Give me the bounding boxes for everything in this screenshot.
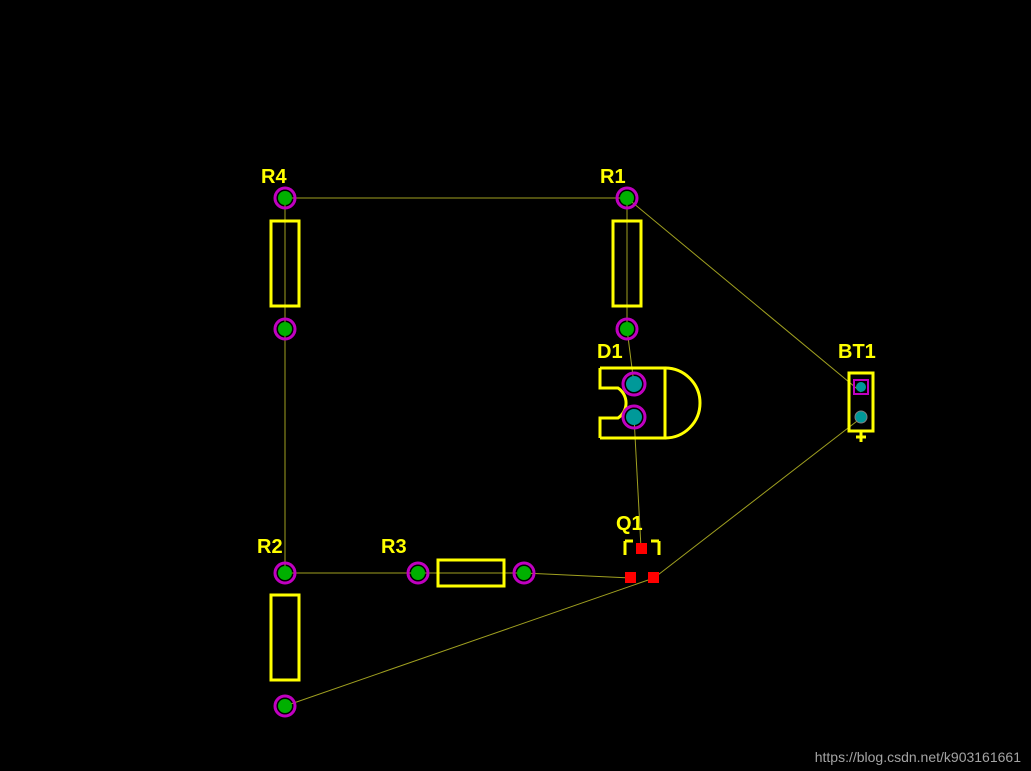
d1-label: D1	[597, 341, 623, 364]
r4-label: R4	[261, 166, 287, 189]
d1-pad1[interactable]	[623, 373, 645, 395]
bt1-pad1[interactable]	[854, 380, 868, 394]
q1-pad1[interactable]	[636, 543, 647, 554]
d1-body[interactable]	[600, 368, 700, 438]
bt1-pad2[interactable]	[855, 411, 867, 423]
r3-pad1[interactable]	[408, 563, 428, 583]
d1-pad2[interactable]	[623, 406, 645, 428]
watermark-text: https://blog.csdn.net/k903161661	[815, 749, 1021, 765]
r4-pad1[interactable]	[275, 188, 295, 208]
r3-pad2[interactable]	[514, 563, 534, 583]
q1-pad2[interactable]	[625, 572, 636, 583]
r1-pad2[interactable]	[617, 319, 637, 339]
r1-label: R1	[600, 166, 626, 189]
r4-pad2[interactable]	[275, 319, 295, 339]
bt1-label: BT1	[838, 341, 876, 364]
component-outlines	[271, 221, 873, 680]
r2-pad2[interactable]	[275, 696, 295, 716]
pcb-canvas	[0, 0, 1031, 771]
r2-label: R2	[257, 536, 283, 559]
r2-body[interactable]	[271, 595, 299, 680]
r2-pad1[interactable]	[275, 563, 295, 583]
ratsnest-lines	[285, 198, 861, 706]
r1-pad1[interactable]	[617, 188, 637, 208]
r3-label: R3	[381, 536, 407, 559]
q1-label: Q1	[616, 513, 643, 536]
q1-pad3[interactable]	[648, 572, 659, 583]
pads	[275, 188, 868, 716]
